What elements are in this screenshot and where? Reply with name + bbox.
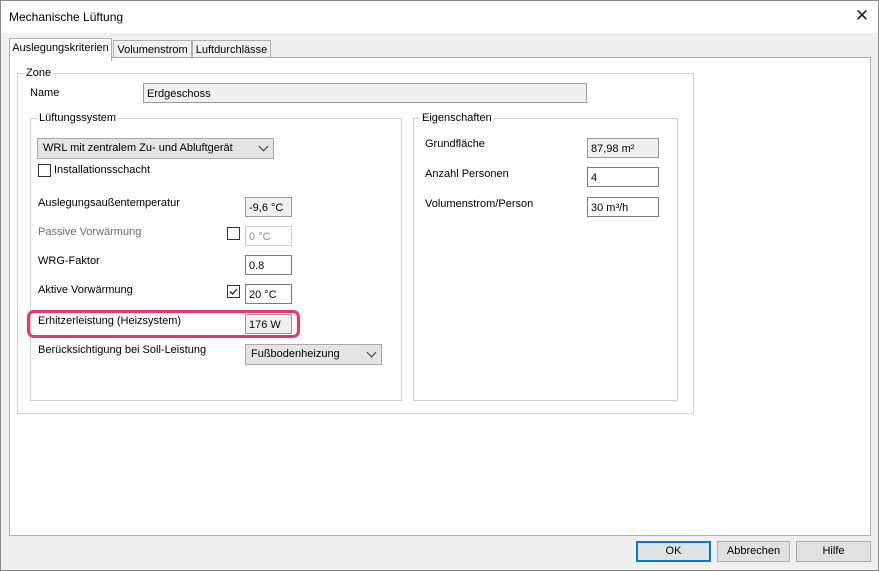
- aktive-vorwaermung-label: Aktive Vorwärmung: [38, 284, 133, 296]
- anzahl-personen-field[interactable]: 4: [587, 167, 659, 187]
- wrg-faktor-field[interactable]: 0.8: [245, 255, 292, 275]
- lueftungssystem-select-value: WRL mit zentralem Zu- und Abluftgerät: [43, 142, 233, 154]
- erhitzerleistung-highlight: [27, 310, 300, 338]
- wrg-faktor-label: WRG-Faktor: [38, 255, 100, 267]
- name-field[interactable]: Erdgeschoss: [143, 83, 587, 103]
- anzahl-personen-label: Anzahl Personen: [425, 168, 509, 180]
- aktive-vorwaermung-checkbox[interactable]: [227, 285, 240, 298]
- help-button[interactable]: Hilfe: [796, 541, 871, 562]
- eigenschaften-legend: Eigenschaften: [422, 112, 492, 124]
- title-bar: Mechanische Lüftung ✕: [1, 1, 878, 32]
- auslegungsaussentemperatur-field[interactable]: -9,6 °C: [245, 197, 292, 217]
- passive-vorwaermung-label: Passive Vorwärmung: [38, 226, 142, 238]
- zone-legend: Zone: [26, 67, 52, 79]
- grundflaeche-label: Grundfläche: [425, 138, 485, 150]
- volumenstrom-person-field[interactable]: 30 m³/h: [587, 197, 659, 217]
- aktive-vorwaermung-field[interactable]: 20 °C: [245, 284, 292, 304]
- ok-button[interactable]: OK: [636, 541, 711, 562]
- passive-vorwaermung-checkbox[interactable]: [227, 227, 240, 240]
- passive-vorwaermung-field[interactable]: 0 °C: [245, 226, 292, 246]
- soll-leistung-label: Berücksichtigung bei Soll-Leistung: [38, 344, 207, 356]
- grundflaeche-field[interactable]: 87,98 m²: [587, 138, 659, 158]
- installationsschacht-label: Installationsschacht: [54, 164, 150, 176]
- soll-leistung-select-value: Fußbodenheizung: [251, 348, 340, 360]
- cancel-button[interactable]: Abbrechen: [717, 541, 790, 562]
- checkmark-icon: [229, 288, 238, 295]
- name-label: Name: [30, 87, 60, 99]
- lueftungssystem-legend: Lüftungssystem: [39, 112, 117, 124]
- tab-auslegungskriterien[interactable]: Auslegungskriterien: [9, 38, 112, 61]
- lueftungssystem-select[interactable]: WRL mit zentralem Zu- und Abluftgerät: [37, 138, 274, 159]
- close-icon[interactable]: ✕: [849, 4, 875, 28]
- installationsschacht-checkbox[interactable]: [38, 164, 51, 177]
- soll-leistung-select[interactable]: Fußbodenheizung: [245, 344, 382, 365]
- volumenstrom-person-label: Volumenstrom/Person: [425, 198, 534, 210]
- window-title: Mechanische Lüftung: [9, 10, 124, 24]
- auslegungsaussentemperatur-label: Auslegungsaußentemperatur: [38, 197, 180, 209]
